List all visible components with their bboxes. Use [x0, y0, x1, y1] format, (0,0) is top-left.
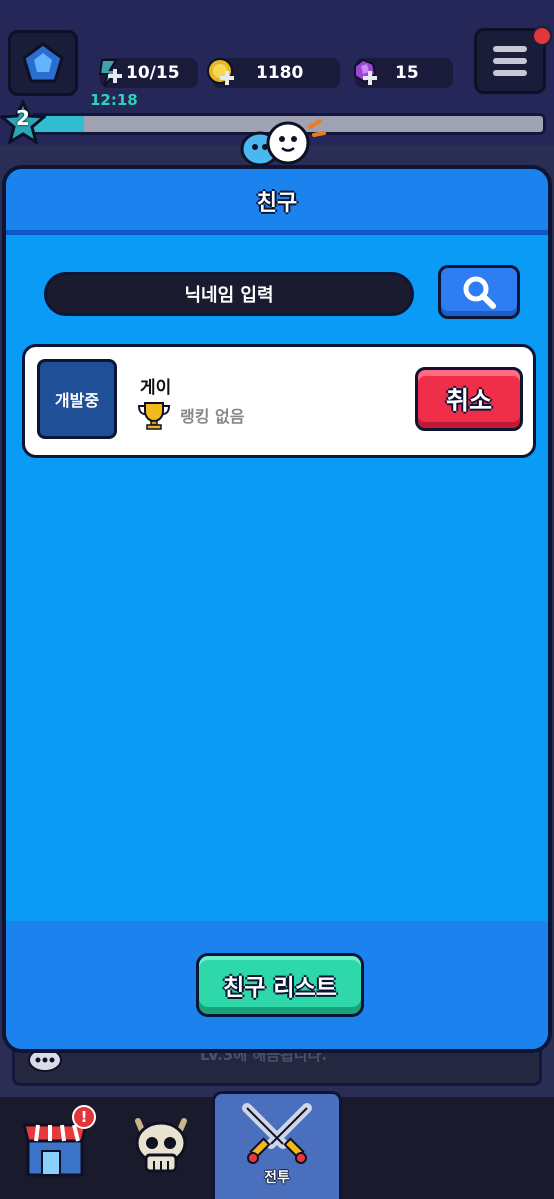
profile-gem-button[interactable] — [8, 30, 78, 96]
skull-icon — [135, 1118, 187, 1173]
gems-counter[interactable]: 15 — [354, 58, 453, 88]
trophy-icon — [137, 402, 171, 430]
bottom-navigation: ! 전투 — [0, 1091, 554, 1199]
player-level: 2 — [16, 106, 30, 130]
nickname-search-input[interactable]: 닉네임 입력 — [44, 272, 414, 316]
modal-title: 친구 — [256, 191, 298, 216]
friend-name: 게이 — [140, 378, 172, 398]
friend-avatar: 개발중 — [37, 359, 117, 439]
nav-battle[interactable]: 전투 — [212, 1091, 342, 1199]
energy-value: 10/15 — [126, 63, 180, 83]
pentagon-gem-icon — [22, 42, 64, 83]
gems-value: 15 — [395, 63, 419, 83]
energy-plus-icon — [98, 59, 122, 87]
hamburger-icon — [493, 46, 527, 52]
modal-header: 친구 — [6, 169, 548, 235]
search-placeholder: 닉네임 입력 — [184, 285, 274, 306]
hamburger-line — [493, 70, 527, 76]
coins-counter[interactable]: 1180 — [207, 58, 340, 88]
hamburger-line — [493, 58, 527, 64]
search-button[interactable] — [438, 265, 520, 319]
search-icon — [463, 276, 496, 309]
ghost-mascot-icon — [240, 119, 326, 167]
friend-rank: 랭킹 없음 — [180, 407, 245, 426]
energy-timer: 12:18 — [90, 91, 138, 109]
friends-modal: 친구 닉네임 입력 개발중 게이 랭킹 없음 취소 친구 리스트 — [2, 165, 552, 1053]
nav-shop[interactable]: ! — [0, 1097, 110, 1199]
shop-badge: ! — [72, 1105, 96, 1129]
swords-icon — [242, 1103, 312, 1164]
coins-value: 1180 — [256, 63, 304, 83]
gem-plus-icon — [354, 58, 377, 85]
notification-dot — [532, 26, 552, 46]
coin-plus-icon — [207, 58, 234, 85]
nav-character[interactable] — [106, 1097, 216, 1199]
cancel-request-button[interactable]: 취소 — [415, 367, 523, 431]
friend-list-button[interactable]: 친구 리스트 — [196, 953, 364, 1017]
energy-counter[interactable]: 10/15 — [98, 58, 198, 88]
nav-battle-label: 전투 — [264, 1170, 290, 1186]
modal-footer: 친구 리스트 — [6, 921, 548, 1049]
friend-request-card: 개발중 게이 랭킹 없음 취소 — [22, 344, 536, 458]
